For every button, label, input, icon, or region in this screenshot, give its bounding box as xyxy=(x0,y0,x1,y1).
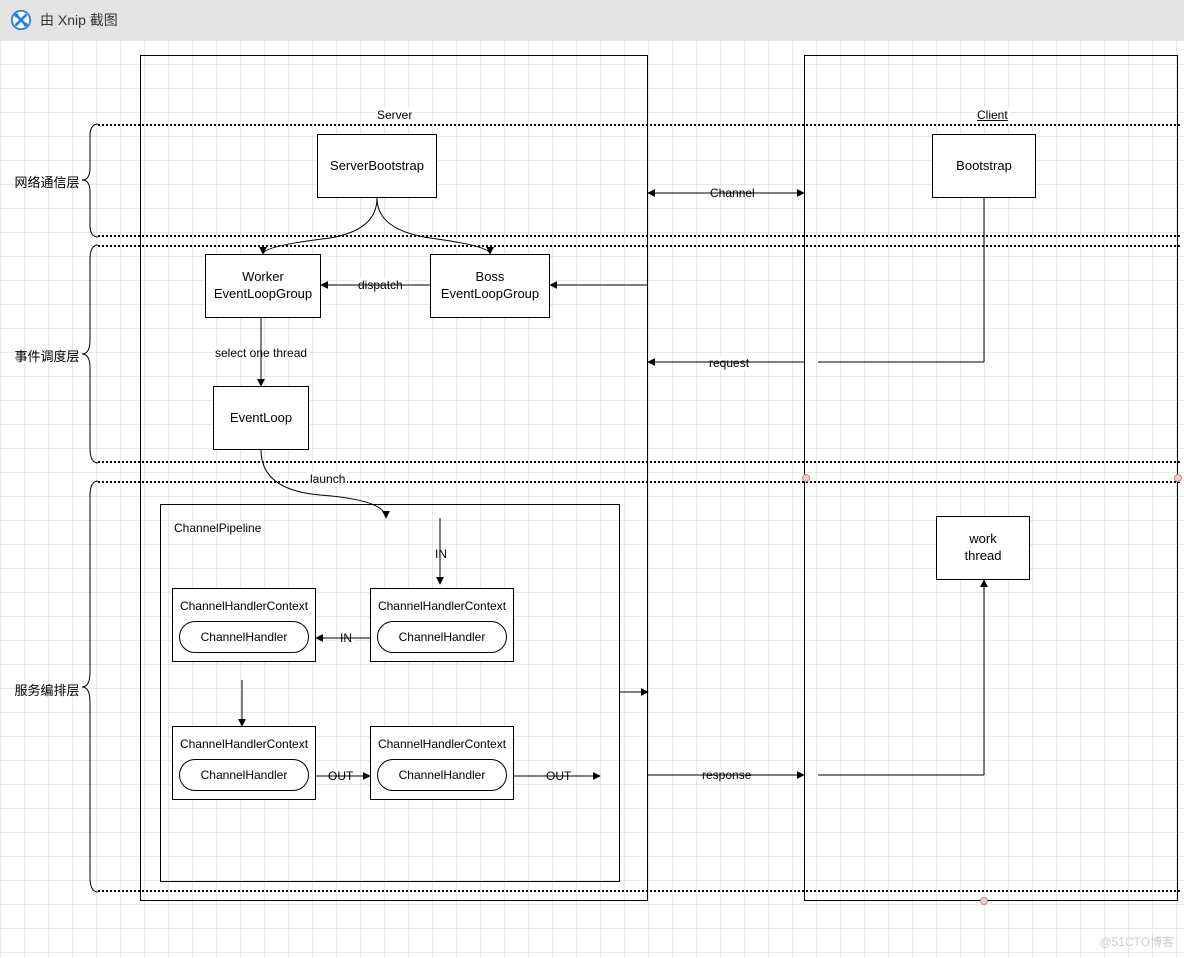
title-text: 由 Xnip 截图 xyxy=(40,10,118,30)
lbl-request: request xyxy=(707,356,751,370)
title-bar: 由 Xnip 截图 xyxy=(0,0,1184,40)
box-bootstrap: Bootstrap xyxy=(932,134,1036,198)
chc-title: ChannelHandlerContext xyxy=(377,599,507,613)
port-dot xyxy=(1174,474,1182,482)
chc-top-left: ChannelHandlerContext ChannelHandler xyxy=(172,588,316,662)
label-service: 服务编排层 xyxy=(12,680,82,699)
chc-inner: ChannelHandler xyxy=(377,621,507,653)
chc-title: ChannelHandlerContext xyxy=(179,737,309,751)
diagram-canvas: Server Client 网络通信层 事件调度层 服务编排层 ServerBo… xyxy=(0,40,1184,958)
lbl-in-top: IN xyxy=(433,547,449,561)
pipeline-title: ChannelPipeline xyxy=(172,521,263,535)
pipeline-container xyxy=(160,504,620,882)
port-dot xyxy=(980,897,988,905)
chc-title: ChannelHandlerContext xyxy=(179,599,309,613)
lbl-out-left: OUT xyxy=(326,769,355,783)
chc-inner: ChannelHandler xyxy=(179,759,309,791)
port-dot xyxy=(802,474,810,482)
lbl-response: response xyxy=(700,768,753,782)
lbl-in-mid: IN xyxy=(338,631,354,645)
lbl-select-one: select one thread xyxy=(213,346,309,360)
lbl-out-right: OUT xyxy=(544,769,573,783)
lbl-channel: Channel xyxy=(708,186,757,200)
label-net: 网络通信层 xyxy=(12,172,82,191)
lbl-launch: launch xyxy=(308,472,347,486)
server-title: Server xyxy=(375,108,414,122)
box-work-thread: work thread xyxy=(936,516,1030,580)
chc-inner: ChannelHandler xyxy=(377,759,507,791)
box-server-bootstrap: ServerBootstrap xyxy=(317,134,437,198)
label-sched: 事件调度层 xyxy=(12,346,82,365)
lbl-dispatch: dispatch xyxy=(356,278,405,292)
xnip-icon xyxy=(10,9,32,31)
box-eventloop: EventLoop xyxy=(213,386,309,450)
chc-top-right: ChannelHandlerContext ChannelHandler xyxy=(370,588,514,662)
client-title: Client xyxy=(975,108,1010,122)
box-boss-elg: Boss EventLoopGroup xyxy=(430,254,550,318)
box-worker-elg: Worker EventLoopGroup xyxy=(205,254,321,318)
chc-inner: ChannelHandler xyxy=(179,621,309,653)
watermark: @51CTO博客 xyxy=(1099,933,1174,950)
chc-bot-left: ChannelHandlerContext ChannelHandler xyxy=(172,726,316,800)
chc-title: ChannelHandlerContext xyxy=(377,737,507,751)
chc-bot-right: ChannelHandlerContext ChannelHandler xyxy=(370,726,514,800)
